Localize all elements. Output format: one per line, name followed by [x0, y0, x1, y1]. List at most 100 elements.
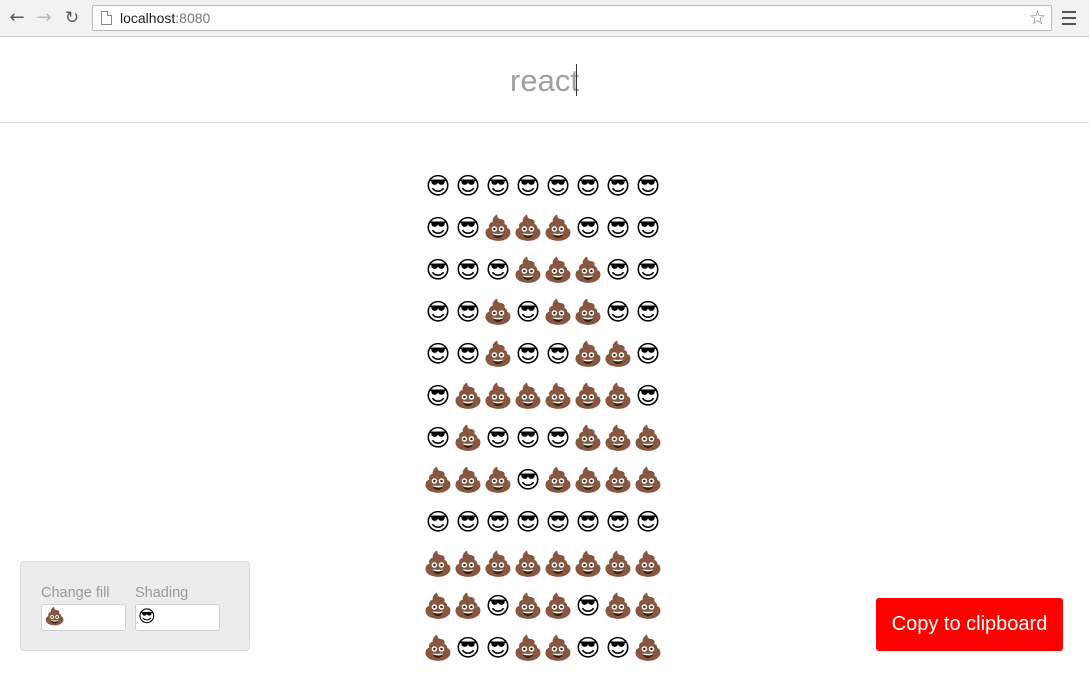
- shading-label: Shading: [135, 585, 189, 601]
- bookmark-star-icon[interactable]: ☆: [1029, 7, 1046, 29]
- poop-emoji-icon: 💩: [543, 298, 573, 326]
- sunglasses-emoji-icon: 😎: [455, 508, 481, 536]
- poop-emoji-icon: 💩: [603, 592, 633, 620]
- emoji-row: 💩 😎 😎 💩💩 😎 😎 💩: [423, 632, 663, 674]
- sunglasses-emoji-icon: 😎: [605, 256, 631, 284]
- poop-emoji-icon: 💩: [603, 382, 633, 410]
- poop-emoji-icon: 💩: [603, 340, 633, 368]
- poop-emoji-icon: 💩: [453, 550, 483, 578]
- poop-emoji-icon: 💩: [513, 550, 543, 578]
- poop-emoji-icon: 💩: [573, 424, 603, 452]
- shading-input[interactable]: 😎: [135, 604, 220, 631]
- forward-arrow-icon[interactable]: →: [33, 7, 55, 29]
- poop-emoji-icon: 💩: [483, 550, 513, 578]
- emoji-row: 😎 💩💩💩💩💩💩 😎: [423, 380, 663, 422]
- sunglasses-emoji-icon: 😎: [425, 508, 451, 536]
- sunglasses-emoji-icon: 😎: [545, 508, 571, 536]
- poop-emoji-icon: 💩: [543, 634, 573, 662]
- back-arrow-icon[interactable]: ←: [6, 7, 28, 29]
- poop-emoji-icon: 💩: [483, 340, 513, 368]
- sunglasses-emoji-icon: 😎: [635, 340, 661, 368]
- sunglasses-emoji-icon: 😎: [425, 340, 451, 368]
- emoji-row: 😎 💩 😎 😎 😎 💩💩💩: [423, 422, 663, 464]
- sunglasses-emoji-icon: 😎: [515, 466, 541, 494]
- sunglasses-emoji-icon: 😎: [605, 298, 631, 326]
- poop-emoji-icon: 💩: [543, 550, 573, 578]
- page-icon: [101, 11, 112, 25]
- sunglasses-emoji-icon: 😎: [635, 172, 661, 200]
- poop-emoji-icon: 💩: [633, 634, 663, 662]
- poop-emoji-icon: 💩: [633, 592, 663, 620]
- poop-emoji-icon: 💩: [423, 634, 453, 662]
- sunglasses-emoji-icon: 😎: [635, 214, 661, 242]
- poop-emoji-icon: 💩: [633, 424, 663, 452]
- poop-emoji-icon: 💩: [543, 382, 573, 410]
- sunglasses-emoji-icon: 😎: [635, 256, 661, 284]
- sunglasses-emoji-icon: 😎: [605, 634, 631, 662]
- copy-to-clipboard-button[interactable]: Copy to clipboard: [876, 598, 1063, 651]
- sunglasses-emoji-icon: 😎: [575, 634, 601, 662]
- poop-emoji-icon: 💩: [573, 550, 603, 578]
- sunglasses-emoji-icon: 😎: [515, 508, 541, 536]
- emoji-row: 😎 😎 😎 😎 😎 😎 😎 😎: [423, 506, 663, 548]
- change-fill-label: Change fill: [41, 585, 110, 601]
- poop-emoji-icon: 💩: [483, 214, 513, 242]
- sunglasses-emoji-icon: 😎: [425, 424, 451, 452]
- hamburger-menu-icon[interactable]: [1062, 11, 1076, 29]
- sunglasses-emoji-icon: 😎: [605, 508, 631, 536]
- poop-emoji-icon: 💩: [573, 298, 603, 326]
- sunglasses-emoji-icon: 😎: [455, 340, 481, 368]
- sunglasses-emoji-icon: 😎: [635, 298, 661, 326]
- address-bar[interactable]: localhost:8080 ☆: [92, 5, 1052, 31]
- poop-emoji-icon: 💩: [573, 382, 603, 410]
- sunglasses-emoji-icon: 😎: [605, 172, 631, 200]
- poop-emoji-icon: 💩: [543, 214, 573, 242]
- search-input[interactable]: [0, 58, 1089, 104]
- url-port: :8080: [175, 10, 211, 26]
- sunglasses-emoji-icon: 😎: [635, 382, 661, 410]
- poop-emoji-icon: 💩: [453, 466, 483, 494]
- sunglasses-emoji-icon: 😎: [425, 382, 451, 410]
- sunglasses-emoji-icon: 😎: [575, 592, 601, 620]
- poop-emoji-icon: 💩: [483, 466, 513, 494]
- emoji-row: 😎 😎 💩 😎 💩💩 😎 😎: [423, 296, 663, 338]
- sunglasses-emoji-icon: 😎: [515, 340, 541, 368]
- poop-emoji-icon: 💩: [483, 382, 513, 410]
- sunglasses-emoji-icon: 😎: [515, 424, 541, 452]
- poop-emoji-icon: 💩: [543, 256, 573, 284]
- poop-emoji-icon: 💩: [453, 424, 483, 452]
- reload-icon[interactable]: ↻: [61, 7, 83, 29]
- sunglasses-emoji-icon: 😎: [425, 172, 451, 200]
- poop-emoji-icon: 💩: [453, 592, 483, 620]
- emoji-row: 😎 😎 💩 😎 😎 💩💩 😎: [423, 338, 663, 380]
- poop-emoji-icon: 💩: [603, 550, 633, 578]
- url-text[interactable]: localhost:8080: [120, 10, 210, 26]
- sunglasses-emoji-icon: 😎: [635, 508, 661, 536]
- poop-emoji-icon: 💩: [513, 634, 543, 662]
- sunglasses-emoji-icon: 😎: [545, 424, 571, 452]
- poop-emoji-icon: 💩: [603, 466, 633, 494]
- poop-emoji-icon: 💩: [603, 424, 633, 452]
- sunglasses-emoji-icon: 😎: [515, 172, 541, 200]
- browser-toolbar: ← → ↻ localhost:8080 ☆: [0, 0, 1089, 37]
- search-area: [0, 38, 1089, 123]
- text-caret: [576, 64, 577, 96]
- poop-emoji-icon: 💩: [453, 382, 483, 410]
- poop-emoji-icon: 💩: [513, 214, 543, 242]
- poop-emoji-icon: 💩: [543, 466, 573, 494]
- poop-emoji-icon: 💩: [573, 256, 603, 284]
- change-fill-input[interactable]: 💩: [41, 604, 126, 631]
- poop-emoji-icon: 💩: [633, 550, 663, 578]
- sunglasses-emoji-icon: 😎: [425, 256, 451, 284]
- sunglasses-emoji-icon: 😎: [425, 298, 451, 326]
- sunglasses-emoji-icon: 😎: [575, 172, 601, 200]
- poop-emoji-icon: 💩: [423, 550, 453, 578]
- poop-emoji-icon: 💩: [543, 592, 573, 620]
- sunglasses-emoji-icon: 😎: [455, 172, 481, 200]
- sunglasses-emoji-icon: 😎: [485, 256, 511, 284]
- sunglasses-emoji-icon: 😎: [455, 214, 481, 242]
- poop-emoji-icon: 💩: [573, 340, 603, 368]
- poop-emoji-icon: 💩: [423, 466, 453, 494]
- poop-emoji-icon: 💩: [633, 466, 663, 494]
- sunglasses-emoji-icon: 😎: [485, 424, 511, 452]
